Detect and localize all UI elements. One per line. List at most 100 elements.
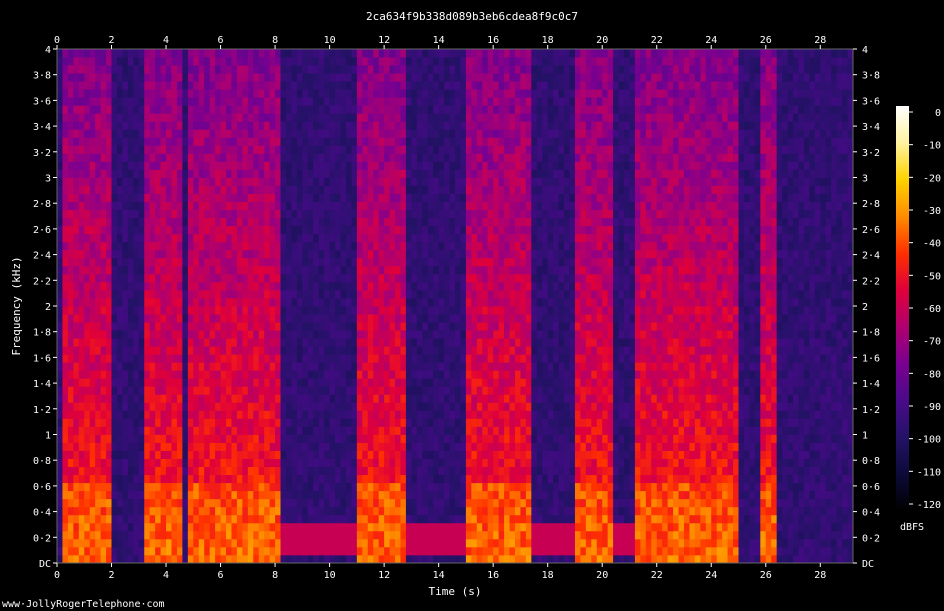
heatmap-cell [400, 386, 407, 395]
heatmap-cell [313, 209, 320, 219]
heatmap-cell [155, 474, 161, 484]
heatmap-cell [111, 105, 118, 114]
heatmap-cell [215, 273, 221, 283]
heatmap-cell [67, 265, 74, 275]
heatmap-cell [149, 306, 156, 315]
heatmap-cell [302, 137, 309, 146]
heatmap-cell [155, 209, 161, 219]
heatmap-cell [438, 281, 445, 291]
heatmap-cell [144, 137, 151, 146]
heatmap-cell [89, 65, 96, 74]
heatmap-cell [471, 193, 478, 202]
heatmap-cell [122, 314, 129, 323]
heatmap-cell [95, 338, 102, 347]
heatmap-cell [444, 97, 450, 106]
heatmap-cell [378, 137, 385, 146]
heatmap-cell [264, 314, 271, 323]
heatmap-cell [465, 378, 472, 387]
heatmap-cell [416, 530, 423, 540]
heatmap-cell [187, 209, 194, 219]
heatmap-cell [187, 434, 194, 443]
heatmap-cell [220, 209, 227, 219]
heatmap-cell [302, 482, 309, 492]
heatmap-cell [378, 209, 385, 219]
heatmap-cell [269, 418, 276, 427]
heatmap-cell [95, 450, 102, 459]
heatmap-cell [313, 490, 320, 500]
heatmap-cell [209, 330, 216, 339]
heatmap-cell [95, 273, 102, 283]
heatmap-cell [285, 506, 292, 516]
heatmap-cell [318, 458, 325, 468]
heatmap-cell [144, 370, 151, 379]
heatmap-cell [111, 273, 118, 283]
heatmap-cell [106, 217, 112, 227]
heatmap-cell [318, 145, 325, 154]
heatmap-cell [204, 65, 211, 74]
heatmap-cell [329, 169, 336, 178]
heatmap-cell [384, 65, 390, 74]
heatmap-cell [160, 209, 167, 219]
heatmap-cell [389, 297, 396, 307]
heatmap-cell [389, 362, 396, 371]
heatmap-cell [73, 185, 80, 194]
heatmap-cell [411, 121, 418, 130]
heatmap-cell [89, 241, 96, 251]
heatmap-cell [351, 338, 358, 347]
heatmap-cell [384, 169, 390, 178]
heatmap-cell [106, 514, 112, 524]
heatmap-cell [455, 514, 461, 524]
heatmap-cell [378, 177, 385, 186]
heatmap-cell [296, 322, 303, 331]
heatmap-cell [100, 201, 107, 211]
heatmap-cell [329, 193, 336, 202]
heatmap-cell [204, 249, 211, 259]
heatmap-cell [400, 546, 407, 556]
heatmap-cell [438, 209, 445, 219]
heatmap-cell [389, 49, 396, 58]
heatmap-cell [187, 81, 194, 90]
heatmap-cell [67, 105, 74, 114]
heatmap-cell [345, 346, 352, 355]
heatmap-cell [67, 386, 74, 395]
heatmap-cell [84, 386, 91, 395]
heatmap-cell [351, 362, 358, 371]
heatmap-cell [57, 306, 63, 315]
heatmap-cell [356, 177, 363, 186]
heatmap-cell [405, 193, 412, 202]
heatmap-cell [253, 506, 260, 516]
heatmap-cell [460, 73, 467, 82]
heatmap-cell [106, 314, 112, 323]
heatmap-cell [89, 538, 96, 548]
heatmap-cell [155, 386, 161, 395]
heatmap-cell [67, 506, 74, 516]
heatmap-cell [307, 225, 314, 235]
heatmap-cell [160, 257, 167, 267]
heatmap-cell [313, 338, 320, 347]
heatmap-cell [247, 273, 254, 283]
heatmap-cell [89, 289, 96, 299]
heatmap-cell [264, 233, 271, 243]
heatmap-cell [171, 314, 178, 323]
heatmap-cell [449, 354, 456, 363]
heatmap-cell [465, 209, 472, 219]
heatmap-cell [455, 105, 461, 114]
heatmap-cell [111, 530, 118, 540]
heatmap-cell [204, 201, 211, 211]
heatmap-cell [166, 474, 172, 484]
heatmap-cell [122, 386, 129, 395]
heatmap-cell [280, 450, 287, 459]
heatmap-cell [95, 265, 102, 275]
heatmap-cell [345, 265, 352, 275]
heatmap-cell [455, 538, 461, 548]
heatmap-cell [416, 362, 423, 371]
heatmap-cell [133, 306, 140, 315]
heatmap-cell [449, 145, 456, 154]
heatmap-cell [122, 57, 129, 66]
heatmap-cell [155, 546, 161, 556]
heatmap-cell [95, 434, 102, 443]
heatmap-cell [57, 458, 63, 468]
heatmap-cell [166, 338, 172, 347]
heatmap-cell [204, 233, 211, 243]
heatmap-cell [100, 241, 107, 251]
